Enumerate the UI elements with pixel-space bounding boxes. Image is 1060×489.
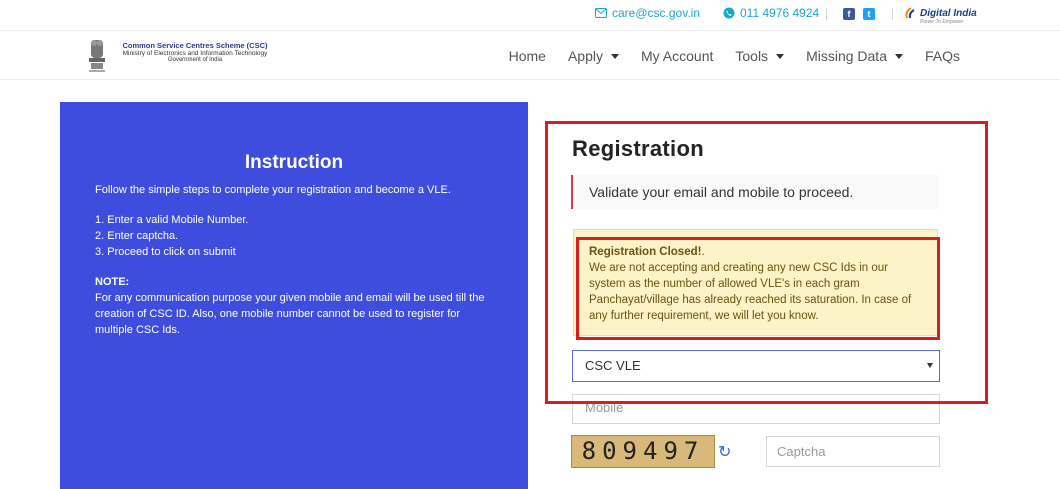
national-emblem-icon[interactable] (86, 36, 108, 74)
note-title: NOTE: (95, 276, 130, 288)
instruction-intro: Follow the simple steps to complete your… (95, 184, 451, 196)
phone-icon (723, 7, 735, 19)
instruction-step: 2. Enter captcha. (95, 230, 179, 242)
caret-down-icon (776, 53, 785, 59)
phone-link[interactable]: 011 4976 4924 (723, 6, 819, 20)
brand-line-2: Ministry of Electronics and Information … (122, 50, 268, 57)
mail-icon (595, 8, 607, 18)
top-contact-bar: care@csc.gov.in 011 4976 4924 f t Digita… (0, 0, 1060, 30)
nav-label: Home (508, 48, 546, 64)
captcha-placeholder: Captcha (777, 444, 826, 459)
digital-india-mark-icon (905, 7, 915, 19)
digital-india-logo[interactable]: Digital India Power To Empower (904, 6, 977, 25)
email-text: care@csc.gov.in (612, 6, 700, 20)
twitter-icon[interactable]: t (863, 8, 875, 20)
nav-label: My Account (641, 48, 714, 64)
caret-down-icon (894, 53, 903, 59)
caret-down-icon (611, 53, 619, 59)
instruction-title: Instruction (244, 152, 344, 173)
nav-item-my-account[interactable]: My Account (641, 48, 713, 64)
brand-line-1: Common Service Centres Scheme (CSC) (122, 41, 268, 50)
nav-label: Missing Data (806, 48, 887, 64)
email-link[interactable]: care@csc.gov.in (595, 6, 700, 20)
main-nav: Home Apply My Account Tools Missing Data… (509, 48, 960, 64)
nav-item-home[interactable]: Home (509, 48, 546, 64)
social-links: f t (843, 8, 875, 20)
instruction-body: Follow the simple steps to complete your… (95, 182, 495, 338)
divider (892, 8, 893, 20)
annotation-frame-closed-alert (576, 237, 940, 340)
nav-item-tools[interactable]: Tools (735, 48, 785, 64)
captcha-input[interactable]: Captcha (766, 436, 940, 467)
nav-item-faqs[interactable]: FAQs (925, 48, 960, 64)
phone-text: 011 4976 4924 (740, 6, 820, 20)
instruction-step: 1. Enter a valid Mobile Number. (95, 214, 249, 226)
digital-india-text: Digital India (920, 7, 977, 19)
nav-label: Apply (567, 48, 603, 64)
nav-item-missing-data[interactable]: Missing Data (806, 48, 903, 64)
instruction-step: 3. Proceed to click on submit (95, 246, 236, 258)
brand-text[interactable]: Common Service Centres Scheme (CSC) Mini… (110, 41, 280, 63)
page: care@csc.gov.in 011 4976 4924 f t Digita… (0, 0, 1060, 489)
instruction-panel: Instruction Follow the simple steps to c… (60, 102, 528, 489)
brand-line-3: Government of India (167, 57, 223, 63)
navbar: Common Service Centres Scheme (CSC) Mini… (0, 30, 1060, 80)
divider (826, 8, 827, 20)
instruction-steps: 1. Enter a valid Mobile Number. 2. Enter… (95, 212, 495, 260)
digital-india-tagline: Power To Empower (920, 19, 964, 25)
nav-label: Tools (735, 48, 769, 64)
note-text: For any communication purpose your given… (95, 292, 485, 336)
nav-item-apply[interactable]: Apply (568, 48, 619, 64)
facebook-icon[interactable]: f (843, 8, 855, 20)
captcha-image: 809497 (571, 435, 715, 468)
refresh-captcha-icon[interactable]: ↻ (718, 442, 731, 462)
nav-label: FAQs (924, 48, 960, 64)
